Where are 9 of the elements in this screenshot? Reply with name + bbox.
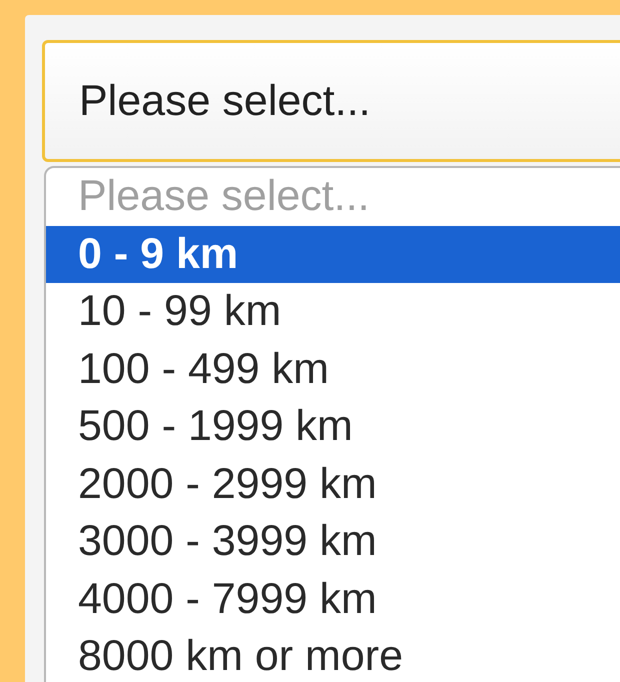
dropdown-option[interactable]: 0 - 9 km — [46, 226, 620, 283]
dropdown-option[interactable]: 8000 km or more — [46, 628, 620, 682]
dropdown-option[interactable]: 2000 - 2999 km — [46, 456, 620, 513]
dropdown-option[interactable]: 4000 - 7999 km — [46, 570, 620, 628]
dropdown-option[interactable]: 3000 - 3999 km — [46, 513, 620, 570]
dropdown-option[interactable]: 500 - 1999 km — [46, 398, 620, 456]
select-field[interactable]: Please select... — [42, 40, 620, 162]
dropdown-option[interactable]: 10 - 99 km — [46, 283, 620, 340]
dropdown-option[interactable]: 100 - 499 km — [46, 340, 620, 398]
